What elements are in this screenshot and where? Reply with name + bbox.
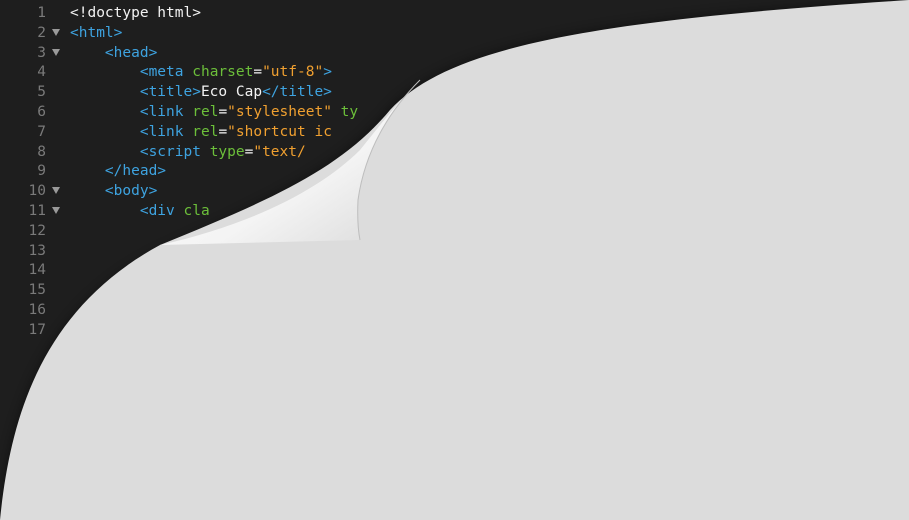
page-curl-overlay <box>0 0 909 520</box>
page-surface <box>0 0 909 520</box>
